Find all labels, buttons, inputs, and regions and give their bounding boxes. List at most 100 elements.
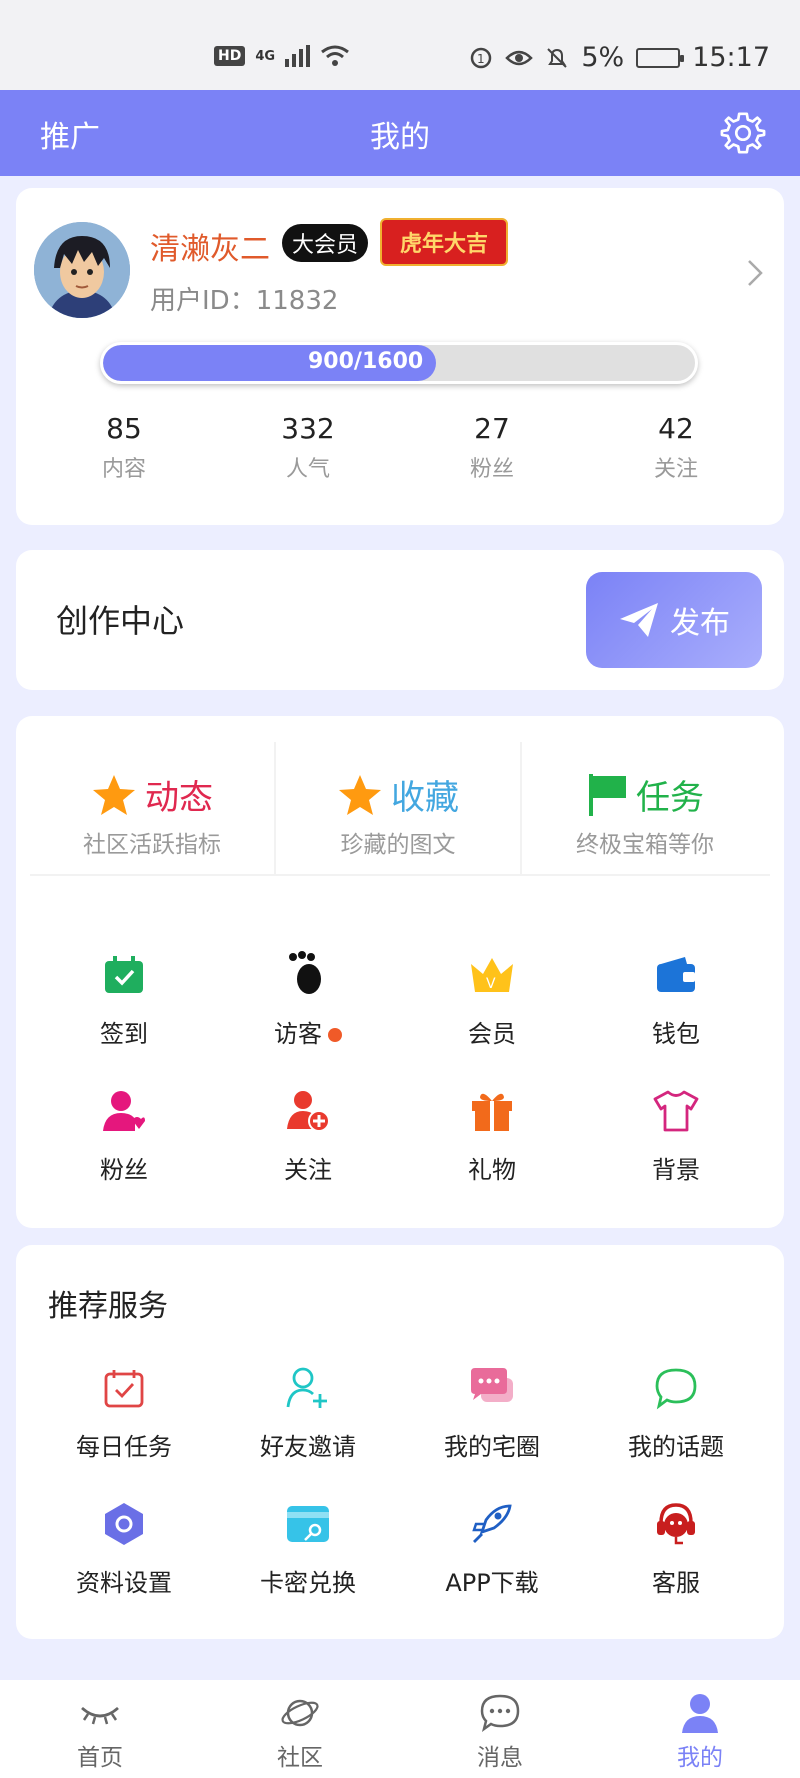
grid-item-vip[interactable]: V 会员 [400, 948, 584, 1049]
grid-item-wallet[interactable]: 钱包 [584, 948, 768, 1049]
gear-icon[interactable] [720, 110, 766, 156]
nav-label: 消息 [477, 1745, 523, 1771]
level-progress-bar: 900/1600 [100, 342, 698, 384]
festival-badge: 虎年大吉 [380, 218, 509, 266]
feature-subtitle: 珍藏的图文 [340, 832, 456, 858]
wifi-icon [321, 45, 349, 66]
card-redeem-icon [287, 1506, 329, 1542]
stat-value: 42 [658, 412, 694, 445]
service-my-circle[interactable]: 我的宅圈 [400, 1361, 584, 1462]
battery-percent: 5% [581, 42, 625, 73]
invite-friend-icon [286, 1367, 327, 1408]
stat-content[interactable]: 85 内容 [32, 412, 216, 483]
crown-icon: V [471, 958, 513, 992]
services-row-2: 资料设置 卡密兑换 APP下载 客服 [32, 1497, 768, 1598]
nav-community[interactable]: 社区 [200, 1680, 400, 1778]
features-card: 动态 社区活跃指标 收藏 珍藏的图文 任务 终极宝箱等你 签到 访客 V 会员 … [16, 716, 784, 1228]
profile-stats: 85 内容 332 人气 27 粉丝 42 关注 [16, 412, 784, 483]
service-card-redeem[interactable]: 卡密兑换 [216, 1497, 400, 1598]
services-card: 推荐服务 每日任务 好友邀请 我的宅圈 我的话题 资料设置 卡密兑换 APP下载… [16, 1245, 784, 1639]
nav-home[interactable]: 首页 [0, 1680, 200, 1778]
feature-tasks[interactable]: 任务 终极宝箱等你 [522, 742, 768, 874]
service-profile-settings[interactable]: 资料设置 [32, 1497, 216, 1598]
hd-indicator: HD [214, 46, 246, 66]
grid-item-fans[interactable]: 粉丝 [32, 1084, 216, 1185]
stat-label: 关注 [653, 457, 698, 482]
grid-item-background[interactable]: 背景 [584, 1084, 768, 1185]
nav-label: 首页 [77, 1745, 123, 1771]
eye-closed-icon [81, 1706, 119, 1725]
svg-text:V: V [486, 976, 496, 992]
service-label: 资料设置 [76, 1569, 172, 1597]
grid-item-label: 礼物 [468, 1156, 516, 1184]
top-header: 推广 我的 [0, 90, 800, 176]
username: 清濑灰二 [150, 232, 270, 267]
nav-label: 我的 [677, 1745, 723, 1771]
nav-mine[interactable]: 我的 [600, 1680, 800, 1778]
stat-label: 粉丝 [469, 457, 514, 482]
stat-following[interactable]: 42 关注 [584, 412, 768, 483]
service-label: 好友邀请 [260, 1433, 356, 1461]
user-icon [682, 1694, 718, 1733]
grid-item-label: 粉丝 [100, 1156, 148, 1184]
signal-icon [285, 45, 311, 67]
planet-icon [281, 1699, 319, 1727]
feature-activity[interactable]: 动态 社区活跃指标 [30, 742, 276, 874]
grid-item-gift[interactable]: 礼物 [400, 1084, 584, 1185]
battery-icon [636, 47, 685, 68]
grid-item-follow[interactable]: 关注 [216, 1084, 400, 1185]
service-customer-service[interactable]: 客服 [584, 1497, 768, 1598]
grid-item-label: 背景 [652, 1156, 700, 1184]
wallet-icon [657, 957, 695, 992]
stat-label: 人气 [285, 457, 330, 482]
service-label: 每日任务 [76, 1433, 172, 1461]
message-icon [480, 1694, 520, 1732]
publish-label: 发布 [670, 606, 730, 641]
feature-subtitle: 终极宝箱等你 [576, 832, 714, 858]
service-my-topics[interactable]: 我的话题 [584, 1361, 768, 1462]
star-icon [93, 774, 135, 815]
mute-bell-icon [547, 47, 568, 68]
network-type: 4G [255, 48, 276, 64]
feature-favorites[interactable]: 收藏 珍藏的图文 [276, 742, 522, 874]
user-id: 用户ID：11832 [150, 286, 339, 316]
clock: 15:17 [692, 42, 770, 73]
page-title: 我的 [370, 120, 430, 155]
grid-item-checkin[interactable]: 签到 [32, 948, 216, 1049]
stat-fans[interactable]: 27 粉丝 [400, 412, 584, 483]
daily-task-icon [104, 1370, 144, 1408]
service-daily-task[interactable]: 每日任务 [32, 1361, 216, 1462]
avatar[interactable] [34, 222, 130, 318]
profile-card[interactable]: 清濑灰二 大会员 虎年大吉 用户ID：11832 900/1600 85 内容 … [16, 188, 784, 525]
service-label: 我的宅圈 [444, 1433, 540, 1461]
feature-subtitle: 社区活跃指标 [83, 832, 221, 858]
service-label: APP下载 [445, 1569, 539, 1597]
fans-icon [103, 1091, 145, 1131]
stat-value: 85 [106, 412, 142, 445]
stat-value: 27 [474, 412, 510, 445]
publish-button[interactable]: 发布 [586, 572, 762, 668]
service-label: 我的话题 [628, 1433, 724, 1461]
service-app-download[interactable]: APP下载 [400, 1497, 584, 1598]
network-indicators: HD 4G [214, 44, 350, 68]
service-invite-friend[interactable]: 好友邀请 [216, 1361, 400, 1462]
svg-text:1: 1 [477, 52, 485, 66]
services-row-1: 每日任务 好友邀请 我的宅圈 我的话题 [32, 1361, 768, 1462]
feature-title: 收藏 [391, 778, 459, 818]
chevron-right-icon[interactable] [746, 258, 764, 288]
grid-item-visitors[interactable]: 访客 [216, 948, 400, 1049]
eye-icon [505, 50, 534, 65]
sync-icon: 1 [471, 47, 492, 68]
service-label: 客服 [652, 1569, 700, 1597]
unread-dot [328, 1028, 342, 1042]
calendar-check-icon [105, 956, 143, 993]
creation-center-card: 创作中心 发布 [16, 550, 784, 690]
add-user-icon [287, 1091, 330, 1132]
stat-popularity[interactable]: 332 人气 [216, 412, 400, 483]
nav-messages[interactable]: 消息 [400, 1680, 600, 1778]
grid-item-label: 钱包 [652, 1020, 700, 1048]
feature-row: 动态 社区活跃指标 收藏 珍藏的图文 任务 终极宝箱等你 [30, 742, 770, 876]
feature-title: 动态 [145, 778, 213, 818]
gift-icon [472, 1093, 512, 1131]
footprint-icon [289, 951, 321, 994]
